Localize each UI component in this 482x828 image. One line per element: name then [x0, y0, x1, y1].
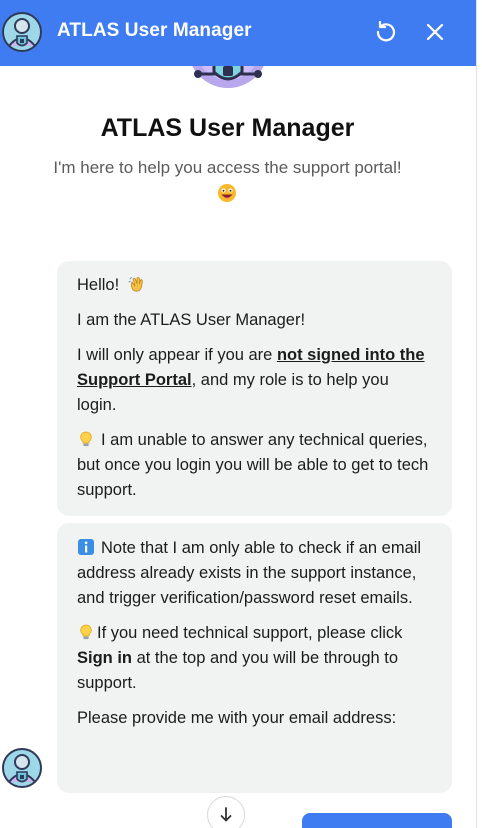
refresh-icon[interactable]	[371, 17, 401, 47]
hero-subtitle: I'm here to help you access the support …	[53, 158, 402, 177]
intro-text: I am the ATLAS User Manager!	[77, 311, 306, 329]
chat-header: ATLAS User Manager	[0, 0, 476, 66]
action-button[interactable]	[302, 813, 452, 828]
support-tip-pre: If you need technical support, please cl…	[97, 624, 403, 642]
role-paragraph: I will only appear if you are not signed…	[77, 343, 432, 418]
tip-text: I am unable to answer any technical quer…	[77, 431, 429, 499]
chat-widget: ATLAS User Manager ATLAS User Manager I'…	[0, 0, 477, 828]
light-bulb-icon	[80, 624, 92, 640]
bot-message-2: Note that I am only able to check if an …	[57, 523, 452, 793]
security-bot-avatar-icon	[2, 12, 42, 52]
scroll-down-button[interactable]	[207, 796, 245, 828]
information-icon	[78, 539, 94, 555]
greeting-line: Hello!	[77, 273, 432, 298]
tip-paragraph: I am unable to answer any technical quer…	[77, 428, 432, 503]
sign-in-text: Sign in	[77, 649, 132, 667]
support-tip-paragraph: If you need technical support, please cl…	[77, 621, 432, 696]
header-title: ATLAS User Manager	[57, 20, 252, 41]
waving-hand-icon	[128, 277, 143, 292]
note-text: Note that I am only able to check if an …	[77, 539, 422, 607]
security-bot-avatar-icon	[2, 748, 42, 788]
arrow-down-icon	[220, 807, 232, 822]
greeting-text: Hello!	[77, 276, 120, 294]
bot-message-1: Hello! I am the ATLAS User Manager! I wi…	[57, 261, 452, 516]
role-text-pre: I will only appear if you are	[77, 346, 277, 364]
light-bulb-icon	[80, 431, 92, 447]
close-icon[interactable]	[420, 17, 450, 47]
grinning-face-icon	[218, 184, 236, 202]
note-paragraph: Note that I am only able to check if an …	[77, 536, 432, 611]
email-request-text: Please provide me with your email addres…	[77, 709, 397, 727]
hero-title: ATLAS User Manager	[100, 114, 355, 142]
